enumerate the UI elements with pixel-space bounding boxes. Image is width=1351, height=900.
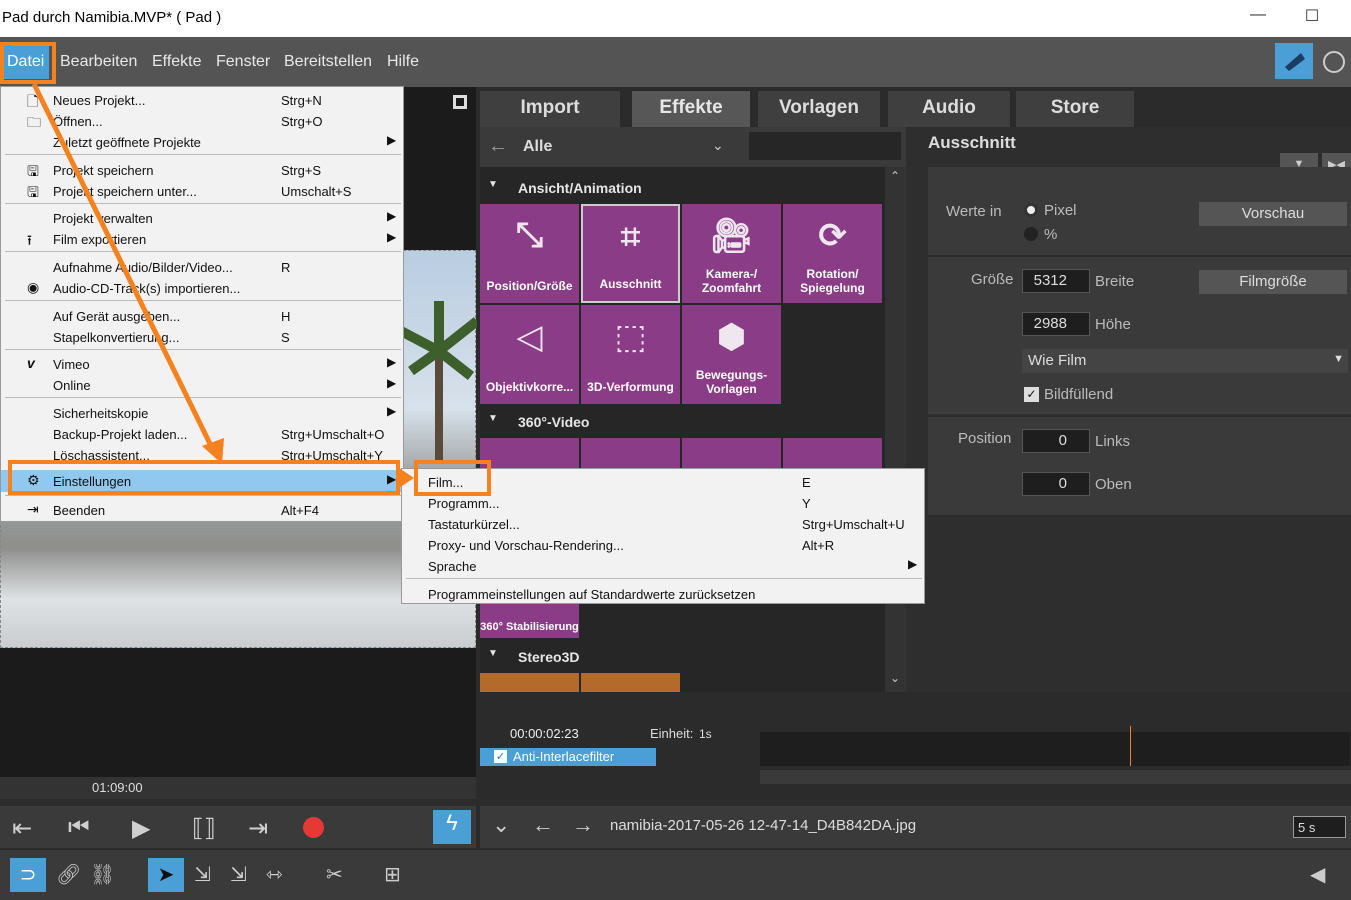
annotation-arrowhead-2 — [396, 466, 414, 490]
annotation-arrowhead-1 — [202, 438, 224, 464]
annotation-arrows — [31, 82, 414, 490]
annotation-arrow-1 — [31, 82, 217, 454]
